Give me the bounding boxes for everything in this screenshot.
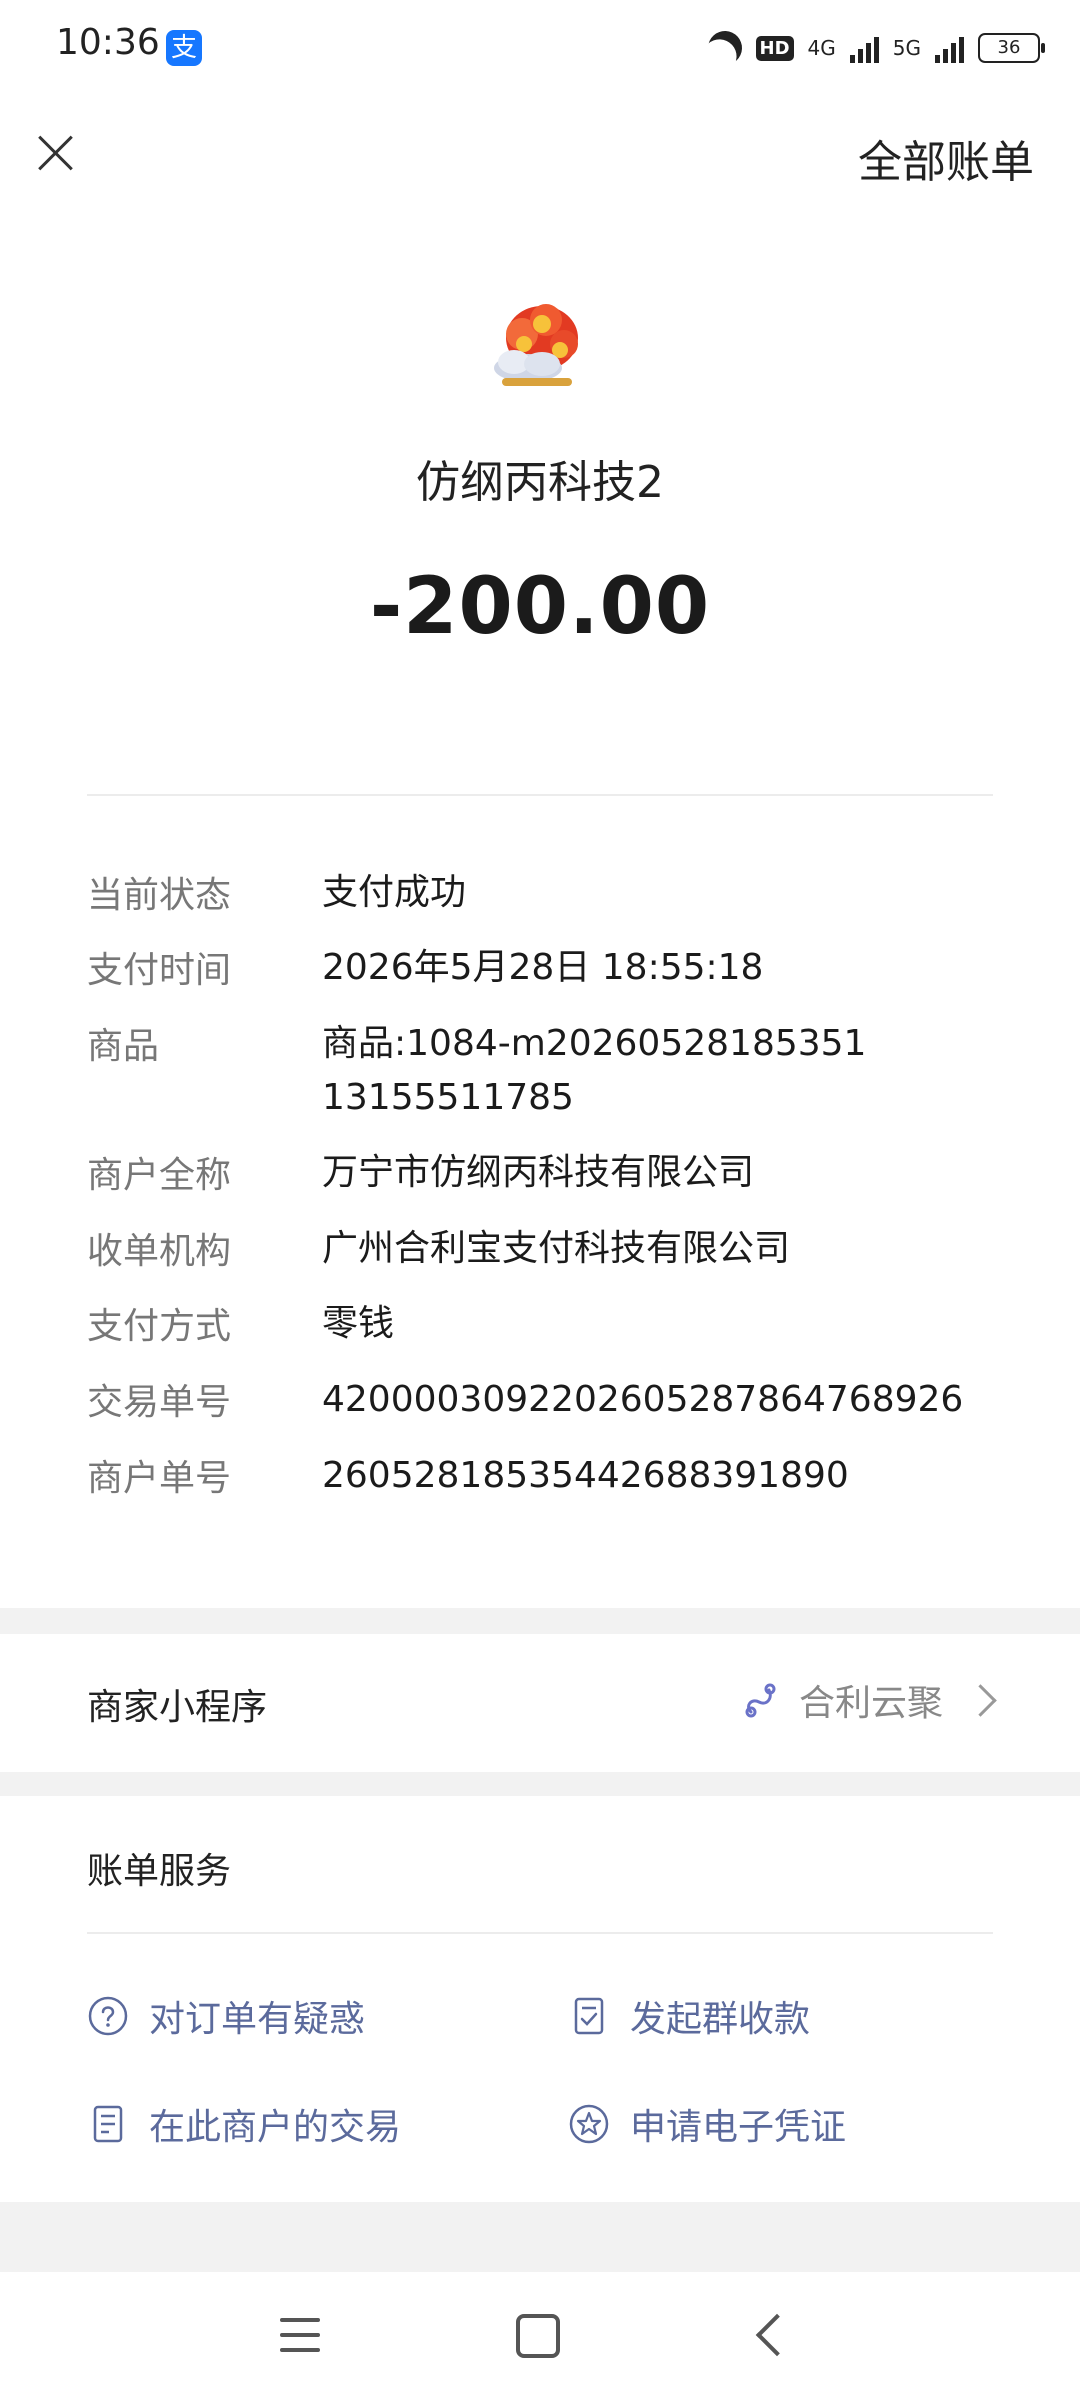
signal-icon-2	[935, 33, 964, 63]
section-separator	[0, 1608, 1080, 1634]
e-voucher-label: 申请电子凭证	[630, 2107, 847, 2148]
detail-label-product: 商品	[87, 1026, 160, 1067]
group-collect-button[interactable]: 发起群收款	[568, 1990, 810, 2042]
detail-label-merchant-no: 商户单号	[87, 1458, 232, 1499]
status-indicators: HD 4G 5G 36	[708, 20, 1045, 76]
group-collect-label: 发起群收款	[630, 1999, 811, 2040]
question-circle-icon	[88, 1996, 128, 2036]
mini-program-name: 合利云聚	[798, 1683, 943, 1724]
bill-services-title: 账单服务	[87, 1851, 232, 1892]
all-bills-link[interactable]: 全部账单	[858, 126, 1034, 190]
detail-label-acquirer: 收单机构	[87, 1231, 232, 1272]
home-icon[interactable]	[516, 2314, 560, 2358]
detail-value-transaction-no[interactable]: 4200003092202605287864768926	[322, 1373, 1002, 1427]
detail-label-merchant: 商户全称	[87, 1155, 232, 1196]
mini-program-label: 商家小程序	[87, 1687, 268, 1728]
detail-label-method: 支付方式	[87, 1306, 232, 1347]
status-time: 10:36	[56, 22, 160, 63]
detail-value-merchant: 万宁市仿纲丙科技有限公司	[322, 1152, 755, 1193]
merchant-transactions-button[interactable]: 在此商户的交易	[87, 2098, 401, 2150]
detail-label-status: 当前状态	[87, 875, 232, 916]
detail-value-method: 零钱	[322, 1303, 395, 1344]
checklist-icon	[574, 1997, 604, 2035]
moon-icon	[703, 26, 747, 70]
detail-value-product: 商品:1084-m20260528185351131555117​85	[322, 1023, 867, 1118]
payment-amount: -200.00	[369, 562, 711, 652]
mini-program-link[interactable]: 合利云聚	[741, 1674, 997, 1726]
order-question-button[interactable]: 对订单有疑惑	[87, 1990, 365, 2042]
mini-program-icon	[745, 1683, 776, 1718]
e-voucher-button[interactable]: 申请电子凭证	[568, 2098, 846, 2150]
detail-label-time: 支付时间	[87, 950, 232, 991]
detail-value-acquirer: 广州合利宝支付科技有限公司	[322, 1228, 791, 1269]
detail-label-transaction-no: 交易单号	[87, 1382, 232, 1423]
section-separator-2	[0, 1772, 1080, 1796]
signal-icon	[849, 33, 879, 63]
network-5g-label: 5G	[892, 36, 921, 60]
merchant-logo-icon	[494, 304, 578, 386]
divider-2	[87, 1932, 993, 1934]
merchant-transactions-label: 在此商户的交易	[149, 2107, 402, 2148]
detail-value-time: 2026年5月28日 18:55:18	[322, 947, 764, 988]
close-button[interactable]	[30, 128, 80, 178]
order-question-label: 对订单有疑惑	[149, 1999, 366, 2040]
star-circle-icon	[569, 2104, 609, 2144]
hd-badge: HD	[755, 35, 794, 61]
network-4g-label: 4G	[807, 36, 836, 60]
merchant-name: 仿纲丙科技2	[416, 457, 664, 508]
battery-icon: 36	[978, 33, 1045, 63]
detail-value-merchant-no[interactable]: 260528185354426883918​90	[322, 1449, 1002, 1503]
menu-icon[interactable]	[280, 2318, 320, 2352]
detail-value-status: 支付成功	[322, 872, 467, 913]
chevron-right-icon	[964, 1683, 997, 1717]
battery-level: 36	[997, 37, 1021, 58]
document-icon	[93, 2105, 123, 2143]
alipay-badge-icon: 支	[166, 30, 202, 66]
bottom-spacer	[0, 2202, 1080, 2272]
divider	[87, 794, 993, 796]
